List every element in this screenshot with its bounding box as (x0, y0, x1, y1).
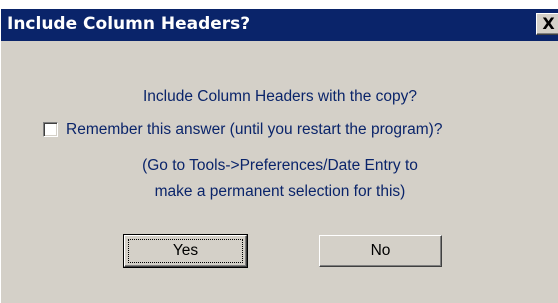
question-text: Include Column Headers with the copy? (143, 88, 417, 105)
no-button[interactable]: No (319, 235, 442, 267)
yes-button-label: Yes (172, 242, 199, 259)
include-headers-dialog: Include Column Headers? X Include Column… (0, 8, 558, 303)
hint-line-1: (Go to Tools->Preferences/Date Entry to (142, 157, 418, 174)
remember-label[interactable]: Remember this answer (until you restart … (66, 120, 442, 140)
dialog-titlebar[interactable]: Include Column Headers? X (1, 9, 558, 41)
no-button-label: No (370, 242, 391, 259)
remember-checkbox[interactable] (43, 122, 58, 137)
dialog-title: Include Column Headers? (7, 14, 251, 34)
yes-button[interactable]: Yes (123, 234, 248, 268)
close-button[interactable]: X (536, 13, 558, 35)
hint-line-2: make a permanent selection for this) (154, 183, 406, 200)
close-icon: X (542, 14, 555, 33)
